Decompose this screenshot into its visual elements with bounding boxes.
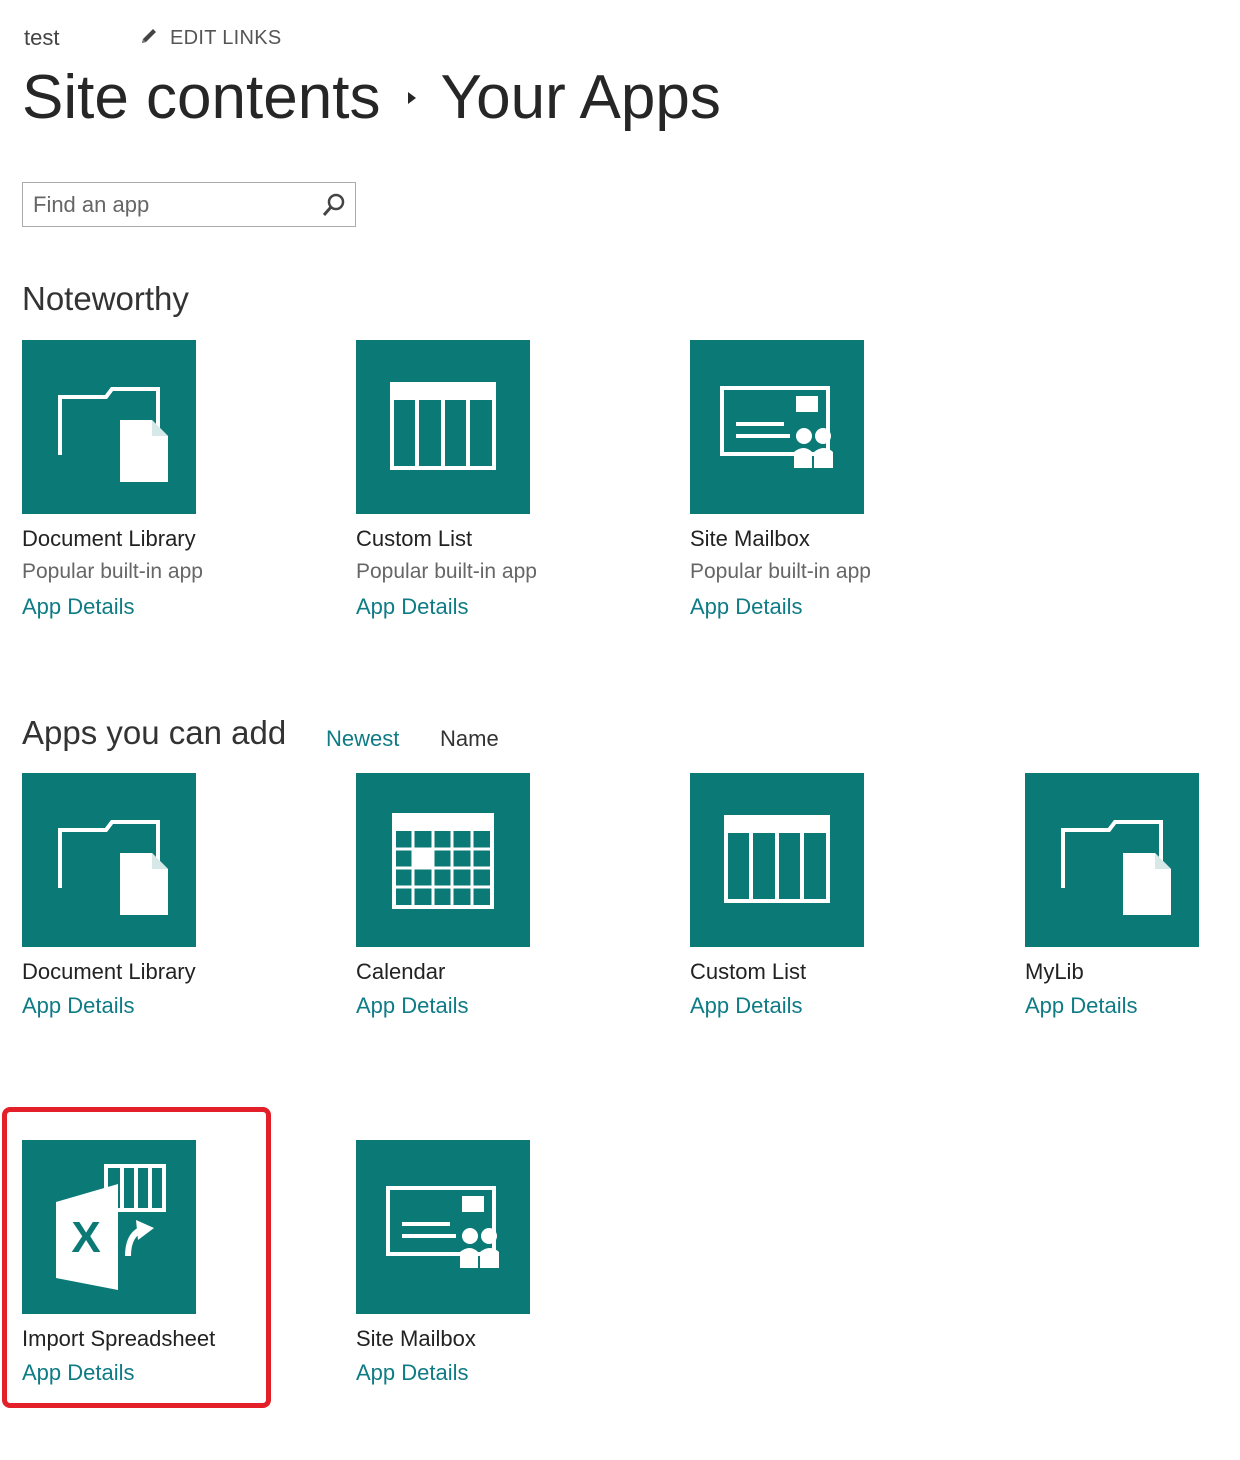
site-name-link[interactable]: test	[24, 25, 59, 51]
app-name[interactable]: Site Mailbox	[356, 1326, 656, 1354]
custom-list-icon	[390, 382, 496, 470]
top-bar: test	[24, 22, 59, 54]
import-spreadsheet-highlight	[2, 1107, 271, 1408]
app-details-link[interactable]: App Details	[690, 594, 990, 620]
app-tile: Custom List App Details	[690, 773, 990, 1019]
app-tile: Document Library App Details	[22, 773, 322, 1019]
app-details-link[interactable]: App Details	[356, 1360, 656, 1386]
site-mailbox-icon	[720, 386, 833, 468]
breadcrumb-site-contents[interactable]: Site contents	[22, 62, 380, 133]
app-details-link[interactable]: App Details	[1025, 993, 1225, 1019]
app-tile: Document Library Popular built-in app Ap…	[22, 340, 322, 620]
edit-links-label: EDIT LINKS	[170, 27, 282, 49]
app-tile: Custom List Popular built-in app App Det…	[356, 340, 656, 620]
find-app-search-box	[22, 182, 356, 227]
app-tile-image[interactable]	[690, 773, 864, 947]
app-description: Popular built-in app	[22, 560, 203, 583]
app-name[interactable]: Custom List	[690, 959, 990, 987]
app-tile: Calendar App Details	[356, 773, 656, 1019]
app-details-link[interactable]: App Details	[690, 993, 990, 1019]
app-tile-image[interactable]	[1025, 773, 1199, 947]
document-library-icon	[58, 820, 168, 915]
app-tile: MyLib App Details	[1025, 773, 1225, 1019]
breadcrumb-your-apps: Your Apps	[440, 63, 721, 132]
app-tile: Site Mailbox App Details	[356, 1140, 656, 1386]
app-details-link[interactable]: App Details	[22, 594, 322, 620]
pencil-icon	[138, 25, 160, 52]
app-tile-image[interactable]	[690, 340, 864, 514]
site-mailbox-icon	[386, 1186, 499, 1268]
app-name[interactable]: Custom List	[356, 526, 656, 554]
app-tile-image[interactable]	[356, 1140, 530, 1314]
app-details-link[interactable]: App Details	[356, 594, 656, 620]
app-tile-image[interactable]	[22, 773, 196, 947]
page-title: Site contents Your Apps	[22, 62, 721, 133]
sort-name-link[interactable]: Name	[440, 726, 499, 752]
app-name[interactable]: Site Mailbox	[690, 526, 990, 554]
app-tile: Site Mailbox Popular built-in app App De…	[690, 340, 990, 620]
app-details-link[interactable]: App Details	[356, 993, 656, 1019]
document-library-icon	[1061, 820, 1171, 915]
app-name[interactable]: Calendar	[356, 959, 656, 987]
noteworthy-heading: Noteworthy	[22, 280, 189, 317]
apps-you-can-add-heading: Apps you can add	[22, 714, 287, 751]
app-name[interactable]: Document Library	[22, 959, 322, 987]
search-input[interactable]	[23, 183, 323, 226]
search-icon[interactable]	[321, 192, 347, 218]
app-details-link[interactable]: App Details	[22, 993, 322, 1019]
app-tile-image[interactable]	[356, 773, 530, 947]
app-name[interactable]: MyLib	[1025, 959, 1225, 987]
calendar-icon	[392, 813, 494, 909]
sort-newest-link[interactable]: Newest	[326, 726, 399, 752]
custom-list-icon	[724, 815, 830, 903]
app-tile-image[interactable]	[356, 340, 530, 514]
breadcrumb-arrow-icon	[408, 91, 417, 104]
app-description: Popular built-in app	[690, 560, 871, 583]
app-description: Popular built-in app	[356, 560, 537, 583]
edit-links-button[interactable]: EDIT LINKS	[138, 25, 282, 52]
app-tile-image[interactable]	[22, 340, 196, 514]
app-name[interactable]: Document Library	[22, 526, 322, 554]
document-library-icon	[58, 387, 168, 482]
